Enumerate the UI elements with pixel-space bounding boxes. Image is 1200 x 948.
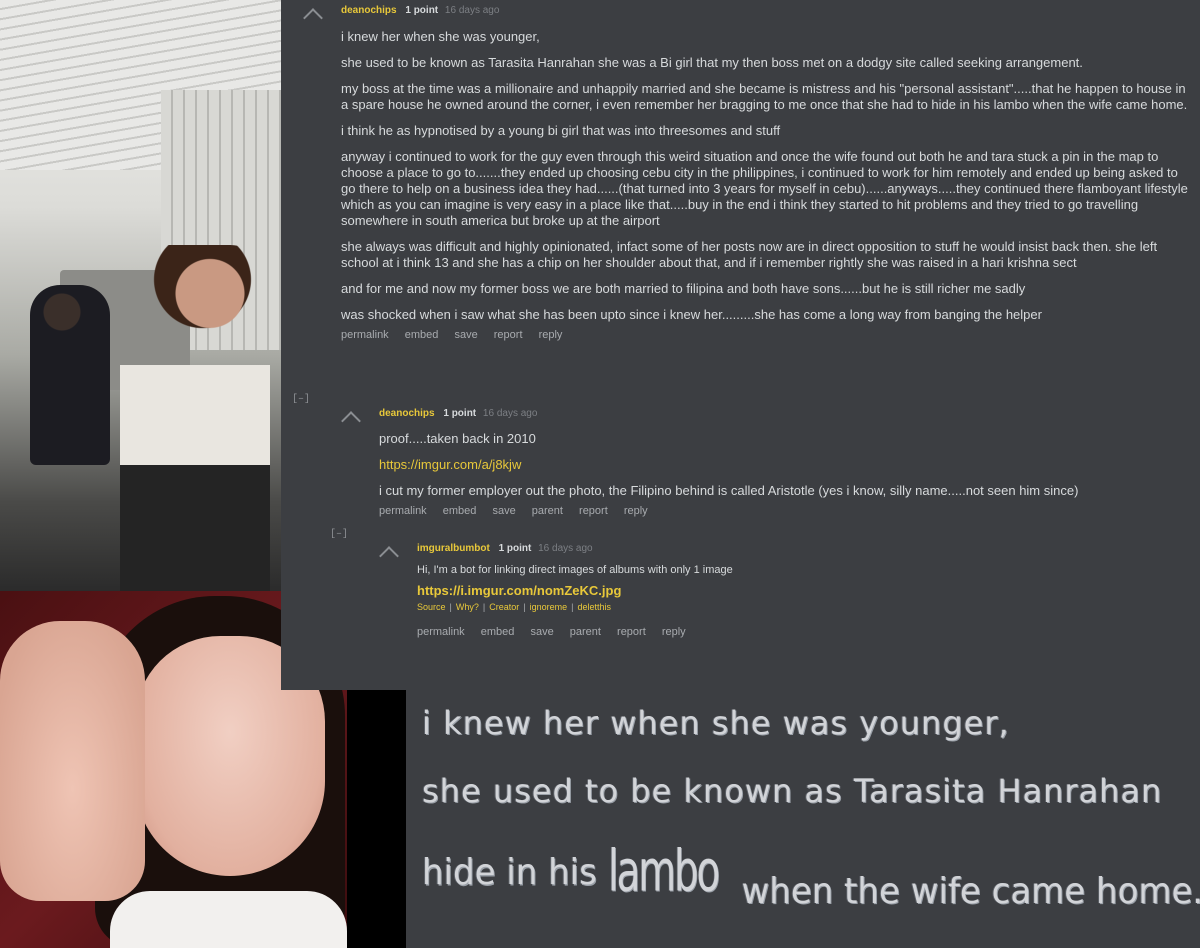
- bot-links: Source | Why? | Creator | ignoreme | deletthis: [417, 602, 611, 612]
- photo-person-woman: [120, 245, 270, 591]
- comment-points: 1 point: [405, 5, 439, 16]
- embed-button[interactable]: embed: [481, 626, 515, 638]
- comment-paragraph: proof.....taken back in 2010: [379, 431, 536, 446]
- comment-author[interactable]: deanochips: [341, 5, 397, 16]
- bot-link-ignoreme[interactable]: ignoreme: [530, 602, 568, 612]
- reply-button[interactable]: reply: [662, 626, 686, 638]
- save-button[interactable]: save: [530, 626, 553, 638]
- selfie-hand-ok-sign: [0, 621, 145, 901]
- bot-link-source[interactable]: Source: [417, 602, 446, 612]
- comment-author[interactable]: deanochips: [379, 408, 435, 419]
- permalink-button[interactable]: permalink: [379, 505, 427, 517]
- comment-body: i knew her when she was younger, she use…: [341, 29, 1191, 323]
- report-button[interactable]: report: [494, 329, 523, 341]
- embed-button[interactable]: embed: [443, 505, 477, 517]
- comment-buttons: permalink embed save parent report reply: [417, 626, 1187, 638]
- comment-age: 16 days ago: [482, 408, 538, 419]
- comment-age: 16 days ago: [444, 5, 500, 16]
- comment-paragraph: i cut my former employer out the photo, …: [379, 483, 1079, 498]
- parent-button[interactable]: parent: [532, 505, 563, 517]
- comment-3: imguralbumbot 1 point 16 days ago Hi, I'…: [417, 542, 1187, 638]
- comment-paragraph: my boss at the time was a millionaire an…: [341, 81, 1188, 112]
- selfie-shirt: [110, 891, 347, 948]
- bot-link-why[interactable]: Why?: [456, 602, 479, 612]
- parent-button[interactable]: parent: [570, 626, 601, 638]
- reply-button[interactable]: reply: [624, 505, 648, 517]
- direct-image-link[interactable]: https://i.imgur.com/nomZeKC.jpg: [417, 583, 1187, 598]
- imgur-album-link[interactable]: https://imgur.com/a/j8kjw: [379, 457, 521, 472]
- zoomed-line-3: hide in his lambo when the wife came hom…: [422, 838, 1200, 913]
- zoomed-line-1: i knew her when she was younger,: [422, 704, 1010, 742]
- upvote-arrow-icon[interactable]: [303, 8, 323, 28]
- comment-paragraph: was shocked when i saw what she has been…: [341, 307, 1042, 322]
- bot-link-deletthis[interactable]: deletthis: [577, 602, 611, 612]
- comment-buttons: permalink embed save report reply: [341, 329, 1191, 341]
- reply-button[interactable]: reply: [539, 329, 563, 341]
- comment-tagline: imguralbumbot 1 point 16 days ago: [417, 542, 1187, 556]
- comment-paragraph: i knew her when she was younger,: [341, 29, 540, 44]
- zoomed-line-2: she used to be known as Tarasita Hanraha…: [422, 772, 1163, 810]
- permalink-button[interactable]: permalink: [341, 329, 389, 341]
- comment-paragraph: she used to be known as Tarasita Hanraha…: [341, 55, 1083, 70]
- comment-paragraph: i think he as hypnotised by a young bi g…: [341, 123, 781, 138]
- comment-body: Hi, I'm a bot for linking direct images …: [417, 563, 1187, 577]
- save-button[interactable]: save: [492, 505, 515, 517]
- comment-age: 16 days ago: [538, 543, 593, 554]
- zoomed-line-3-before: hide in his: [422, 851, 597, 894]
- save-button[interactable]: save: [454, 329, 477, 341]
- comment-paragraph: and for me and now my former boss we are…: [341, 281, 1026, 296]
- comment-buttons: permalink embed save parent report reply: [379, 505, 1189, 517]
- comment-paragraph: she always was difficult and highly opin…: [341, 239, 1158, 270]
- upvote-arrow-icon[interactable]: [341, 411, 361, 431]
- comment-body: proof.....taken back in 2010 https://img…: [379, 431, 1189, 499]
- comment-paragraph: anyway i continued to work for the guy e…: [341, 149, 1188, 228]
- zoomed-line-3-after: when the wife came home.: [741, 870, 1200, 913]
- comment-tagline: deanochips 1 point 16 days ago: [341, 4, 1191, 18]
- permalink-button[interactable]: permalink: [417, 626, 465, 638]
- comment-author[interactable]: imguralbumbot: [417, 543, 490, 554]
- photo-office: [0, 0, 281, 591]
- comment-points: 1 point: [443, 408, 477, 419]
- comment-2: deanochips 1 point 16 days ago proof....…: [379, 407, 1189, 517]
- comment-thread: deanochips 1 point 16 days ago i knew he…: [281, 0, 1200, 690]
- collapse-toggle[interactable]: [–]: [330, 529, 348, 540]
- photo-person-seated: [30, 285, 110, 465]
- bot-link-creator[interactable]: Creator: [489, 602, 519, 612]
- zoomed-word-lambo: lambo: [607, 838, 720, 905]
- collapse-toggle[interactable]: [–]: [292, 394, 310, 405]
- comment-1: deanochips 1 point 16 days ago i knew he…: [341, 4, 1191, 341]
- upvote-arrow-icon[interactable]: [379, 546, 399, 566]
- embed-button[interactable]: embed: [405, 329, 439, 341]
- zoomed-excerpts: i knew her when she was younger, she use…: [406, 690, 1200, 948]
- comment-tagline: deanochips 1 point 16 days ago: [379, 407, 1189, 421]
- comment-paragraph: Hi, I'm a bot for linking direct images …: [417, 564, 733, 576]
- report-button[interactable]: report: [617, 626, 646, 638]
- report-button[interactable]: report: [579, 505, 608, 517]
- comment-points: 1 point: [498, 543, 532, 554]
